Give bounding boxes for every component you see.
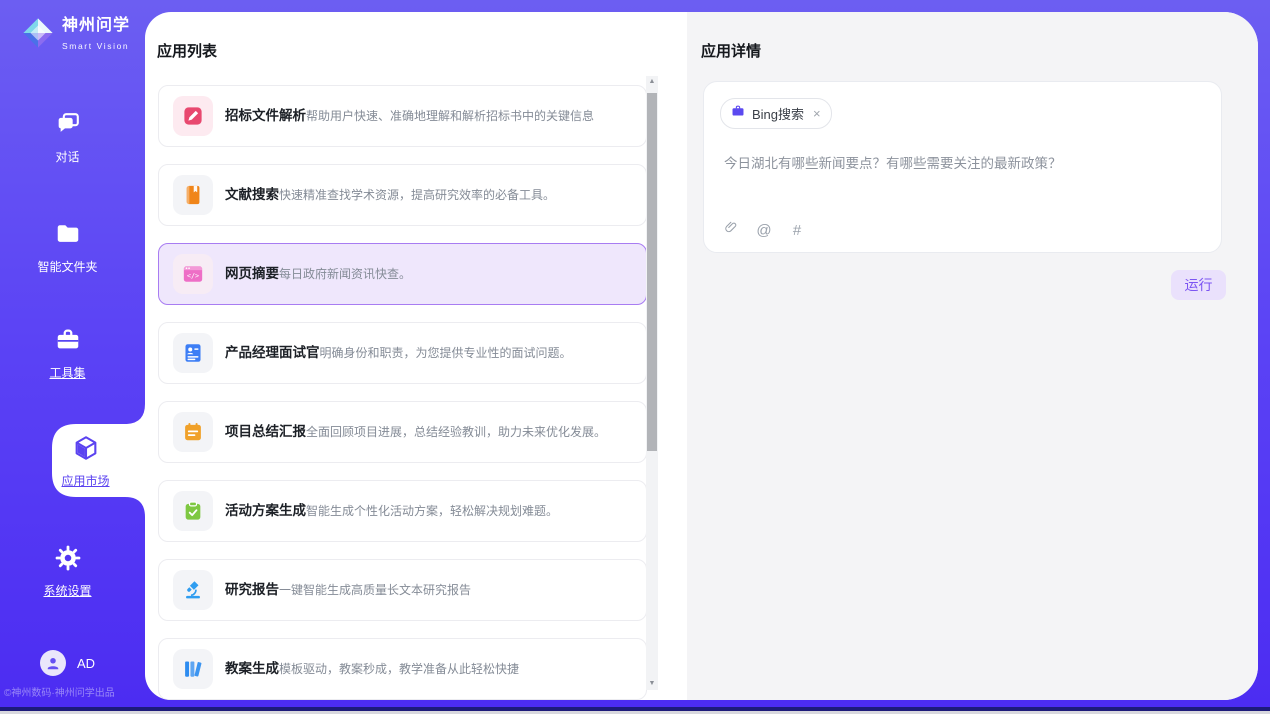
gear-icon <box>54 559 82 576</box>
card-description: 帮助用户快速、准确地理解和解析招标书中的关键信息 <box>306 109 594 123</box>
query-input[interactable]: 今日湖北有哪些新闻要点？有哪些需要关注的最新政策？ <box>724 152 1204 172</box>
app-card[interactable]: 项目总结汇报全面回顾项目进展，总结经验教训，助力未来优化发展。 <box>158 401 647 463</box>
sidebar-item-toolbox[interactable]: 工具集 <box>0 326 135 381</box>
app-detail-card: Bing搜索 × 今日湖北有哪些新闻要点？有哪些需要关注的最新政策？ @ # <box>703 81 1222 253</box>
card-description: 智能生成个性化活动方案，轻松解决规划难题。 <box>306 504 558 518</box>
card-title: 教案生成 <box>225 661 279 676</box>
card-title: 项目总结汇报 <box>225 424 306 439</box>
close-icon[interactable]: × <box>813 107 821 120</box>
app-card[interactable]: 招标文件解析帮助用户快速、准确地理解和解析招标书中的关键信息 <box>158 85 647 147</box>
card-description: 模板驱动，教案秒成，教学准备从此轻松快捷 <box>279 662 519 676</box>
app-detail-title: 应用详情 <box>701 40 761 61</box>
sidebar-item-chat[interactable]: 对话 <box>0 110 135 165</box>
paperclip-icon[interactable] <box>723 220 739 240</box>
card-title: 产品经理面试官 <box>225 345 320 360</box>
app-card[interactable]: </> 网页摘要每日政府新闻资讯快查。 <box>158 243 647 305</box>
app-card[interactable]: 文献搜索快速精准查找学术资源，提高研究效率的必备工具。 <box>158 164 647 226</box>
card-description: 快速精准查找学术资源，提高研究效率的必备工具。 <box>279 188 555 202</box>
app-card[interactable]: 活动方案生成智能生成个性化活动方案，轻松解决规划难题。 <box>158 480 647 542</box>
books-icon <box>173 649 213 689</box>
brand-logo: 神州问学 Smart Vision <box>21 16 141 54</box>
card-description: 明确身份和职责，为您提供专业性的面试问题。 <box>320 346 572 360</box>
sidebar-item-label: 智能文件夹 <box>0 258 135 275</box>
user-row: AD <box>40 650 95 676</box>
bottom-accent-bar <box>0 707 1270 711</box>
browser-code-icon: </> <box>173 254 213 294</box>
sidebar-item-label: 系统设置 <box>0 582 135 599</box>
folder-icon <box>54 235 82 252</box>
microscope-icon <box>173 570 213 610</box>
clipboard-check-icon <box>173 491 213 531</box>
sidebar-item-cube[interactable]: 应用市场 <box>26 434 145 489</box>
app-card[interactable]: 产品经理面试官明确身份和职责，为您提供专业性的面试问题。 <box>158 322 647 384</box>
app-window: 神州问学 Smart Vision 对话智能文件夹工具集应用市场系统设置 AD … <box>0 0 1270 714</box>
app-card[interactable]: 教案生成模板驱动，教案秒成，教学准备从此轻松快捷 <box>158 638 647 700</box>
pen-icon <box>173 96 213 136</box>
app-list-scrollbar[interactable]: ▲ ▼ <box>646 76 658 690</box>
calendar-icon <box>173 412 213 452</box>
scrollbar-thumb[interactable] <box>647 93 657 451</box>
card-description: 一键智能生成高质量长文本研究报告 <box>279 583 471 597</box>
sidebar-footer-text: ©神州数码·神州问学出品 <box>4 684 144 699</box>
card-title: 研究报告 <box>225 582 279 597</box>
card-title: 文献搜索 <box>225 187 279 202</box>
briefcase-icon <box>731 104 745 123</box>
cube-icon <box>72 449 100 466</box>
card-title: 招标文件解析 <box>225 108 306 123</box>
scroll-up-icon[interactable]: ▲ <box>646 76 658 88</box>
brand-name: 神州问学 <box>62 17 130 34</box>
user-label: AD <box>77 656 95 671</box>
card-title: 活动方案生成 <box>225 503 306 518</box>
mention-icon[interactable]: @ <box>756 222 772 239</box>
hash-icon[interactable]: # <box>789 222 805 239</box>
card-title: 网页摘要 <box>225 266 279 281</box>
sidebar-item-gear[interactable]: 系统设置 <box>0 544 135 599</box>
sidebar-item-label: 工具集 <box>0 364 135 381</box>
brand-subtitle: Smart Vision <box>62 41 129 51</box>
chat-icon <box>54 125 82 142</box>
diamond-logo-icon <box>21 16 55 54</box>
card-description: 每日政府新闻资讯快查。 <box>279 267 411 281</box>
sidebar: 神州问学 Smart Vision 对话智能文件夹工具集应用市场系统设置 AD … <box>0 0 145 707</box>
scroll-down-icon[interactable]: ▼ <box>646 678 658 690</box>
run-button[interactable]: 运行 <box>1171 270 1226 300</box>
svg-text:</>: </> <box>187 272 199 280</box>
sidebar-item-label: 应用市场 <box>26 472 145 489</box>
card-description: 全面回顾项目进展，总结经验教训，助力未来优化发展。 <box>306 425 606 439</box>
user-avatar-icon[interactable] <box>40 650 66 676</box>
main-panel: 应用列表 应用详情 招标文件解析帮助用户快速、准确地理解和解析招标书中的关键信息… <box>145 12 1258 700</box>
book-icon <box>173 175 213 215</box>
tool-tag[interactable]: Bing搜索 × <box>720 98 832 129</box>
toolbox-icon <box>54 341 82 358</box>
resume-icon <box>173 333 213 373</box>
app-card[interactable]: 研究报告一键智能生成高质量长文本研究报告 <box>158 559 647 621</box>
app-list-title: 应用列表 <box>157 40 217 61</box>
tool-tag-label: Bing搜索 <box>752 104 804 123</box>
sidebar-item-label: 对话 <box>0 148 135 165</box>
sidebar-item-folder[interactable]: 智能文件夹 <box>0 220 135 275</box>
